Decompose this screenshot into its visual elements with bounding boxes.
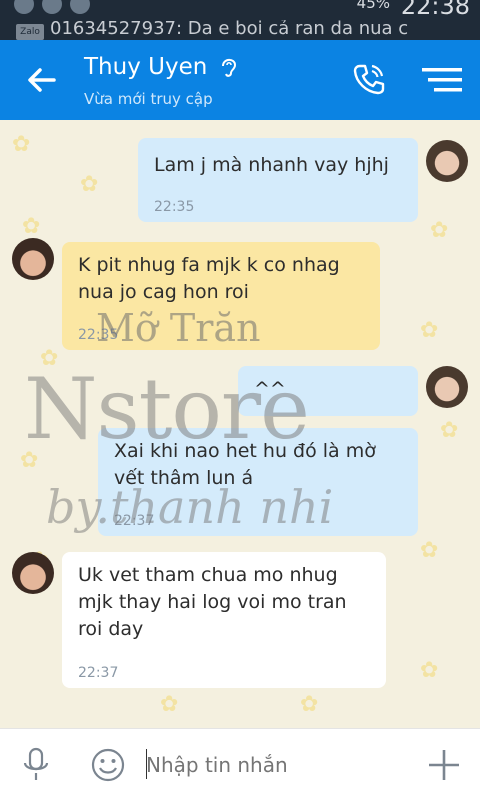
notification-icons (14, 0, 90, 14)
contact-avatar[interactable] (12, 552, 54, 594)
flower-decoration: ✿ (22, 214, 41, 239)
message-time: 22:37 (114, 513, 155, 529)
message-icon (42, 0, 62, 14)
message-text: ^^ (254, 378, 286, 400)
message-bubble-outgoing[interactable]: Xai khi nao het hu đó là mờ vết thâm lun… (98, 428, 418, 536)
flower-decoration: ✿ (80, 172, 99, 197)
clock: 22:38 (400, 0, 470, 20)
flower-decoration: ✿ (440, 418, 459, 443)
emoji-icon[interactable] (90, 747, 126, 783)
message-text: Lam j mà nhanh vay hjhj (154, 154, 389, 176)
flower-decoration: ✿ (20, 448, 39, 473)
chat-header: Thuy Uyen Vừa mới truy cập (0, 40, 480, 120)
menu-icon[interactable] (422, 66, 462, 94)
google-icon (14, 0, 34, 14)
flower-decoration: ✿ (300, 692, 319, 717)
notification-text: 01634527937: Da e boi cả ran da nua c (50, 20, 409, 39)
flower-decoration: ✿ (420, 658, 439, 683)
message-text: Uk vet tham chua mo nhug mjk thay hai lo… (78, 564, 347, 640)
message-time: 22:35 (78, 327, 119, 343)
message-bubble-incoming[interactable]: Uk vet tham chua mo nhug mjk thay hai lo… (62, 552, 386, 688)
plus-icon[interactable] (426, 747, 462, 783)
flower-decoration: ✿ (12, 132, 31, 157)
contact-status: Vừa mới truy cập (84, 90, 213, 108)
message-bubble-outgoing[interactable]: Lam j mà nhanh vay hjhj 22:35 (138, 138, 418, 222)
contact-name[interactable]: Thuy Uyen (84, 54, 207, 80)
status-bar: 45% 22:38 (0, 0, 480, 20)
message-text: K pit nhug fa mjk k co nhag nua jo cag h… (78, 254, 340, 303)
back-arrow-icon[interactable] (24, 62, 60, 98)
flower-decoration: ✿ (420, 318, 439, 343)
my-avatar[interactable] (426, 366, 468, 408)
message-bubble-outgoing[interactable]: ^^ (238, 366, 418, 416)
message-input[interactable] (146, 749, 406, 781)
microphone-icon[interactable] (22, 747, 50, 783)
my-avatar[interactable] (426, 140, 468, 182)
chevron-down-icon (70, 0, 90, 14)
battery-level: 45% (356, 0, 390, 12)
message-time: 22:37 (78, 665, 119, 681)
composer-bar (0, 728, 480, 800)
flower-decoration: ✿ (40, 346, 59, 371)
chat-area[interactable]: ✿ ✿ ✿ ✿ ✿ ✿ ✿ ✿ ✿ ✿ ✿ ✿ ✿ Lam j mà nhanh… (0, 120, 480, 728)
hearing-icon (222, 58, 237, 77)
flower-decoration: ✿ (430, 218, 449, 243)
flower-decoration: ✿ (420, 538, 439, 563)
contact-avatar[interactable] (12, 238, 54, 280)
message-text: Xai khi nao het hu đó là mờ vết thâm lun… (114, 440, 376, 489)
message-bubble-incoming[interactable]: K pit nhug fa mjk k co nhag nua jo cag h… (62, 242, 380, 350)
zalo-icon: Zalo (16, 24, 44, 40)
flower-decoration: ✿ (160, 692, 179, 717)
phone-call-icon[interactable] (352, 62, 386, 96)
notification-preview[interactable]: Zalo 01634527937: Da e boi cả ran da nua… (0, 20, 480, 40)
message-time: 22:35 (154, 199, 195, 215)
